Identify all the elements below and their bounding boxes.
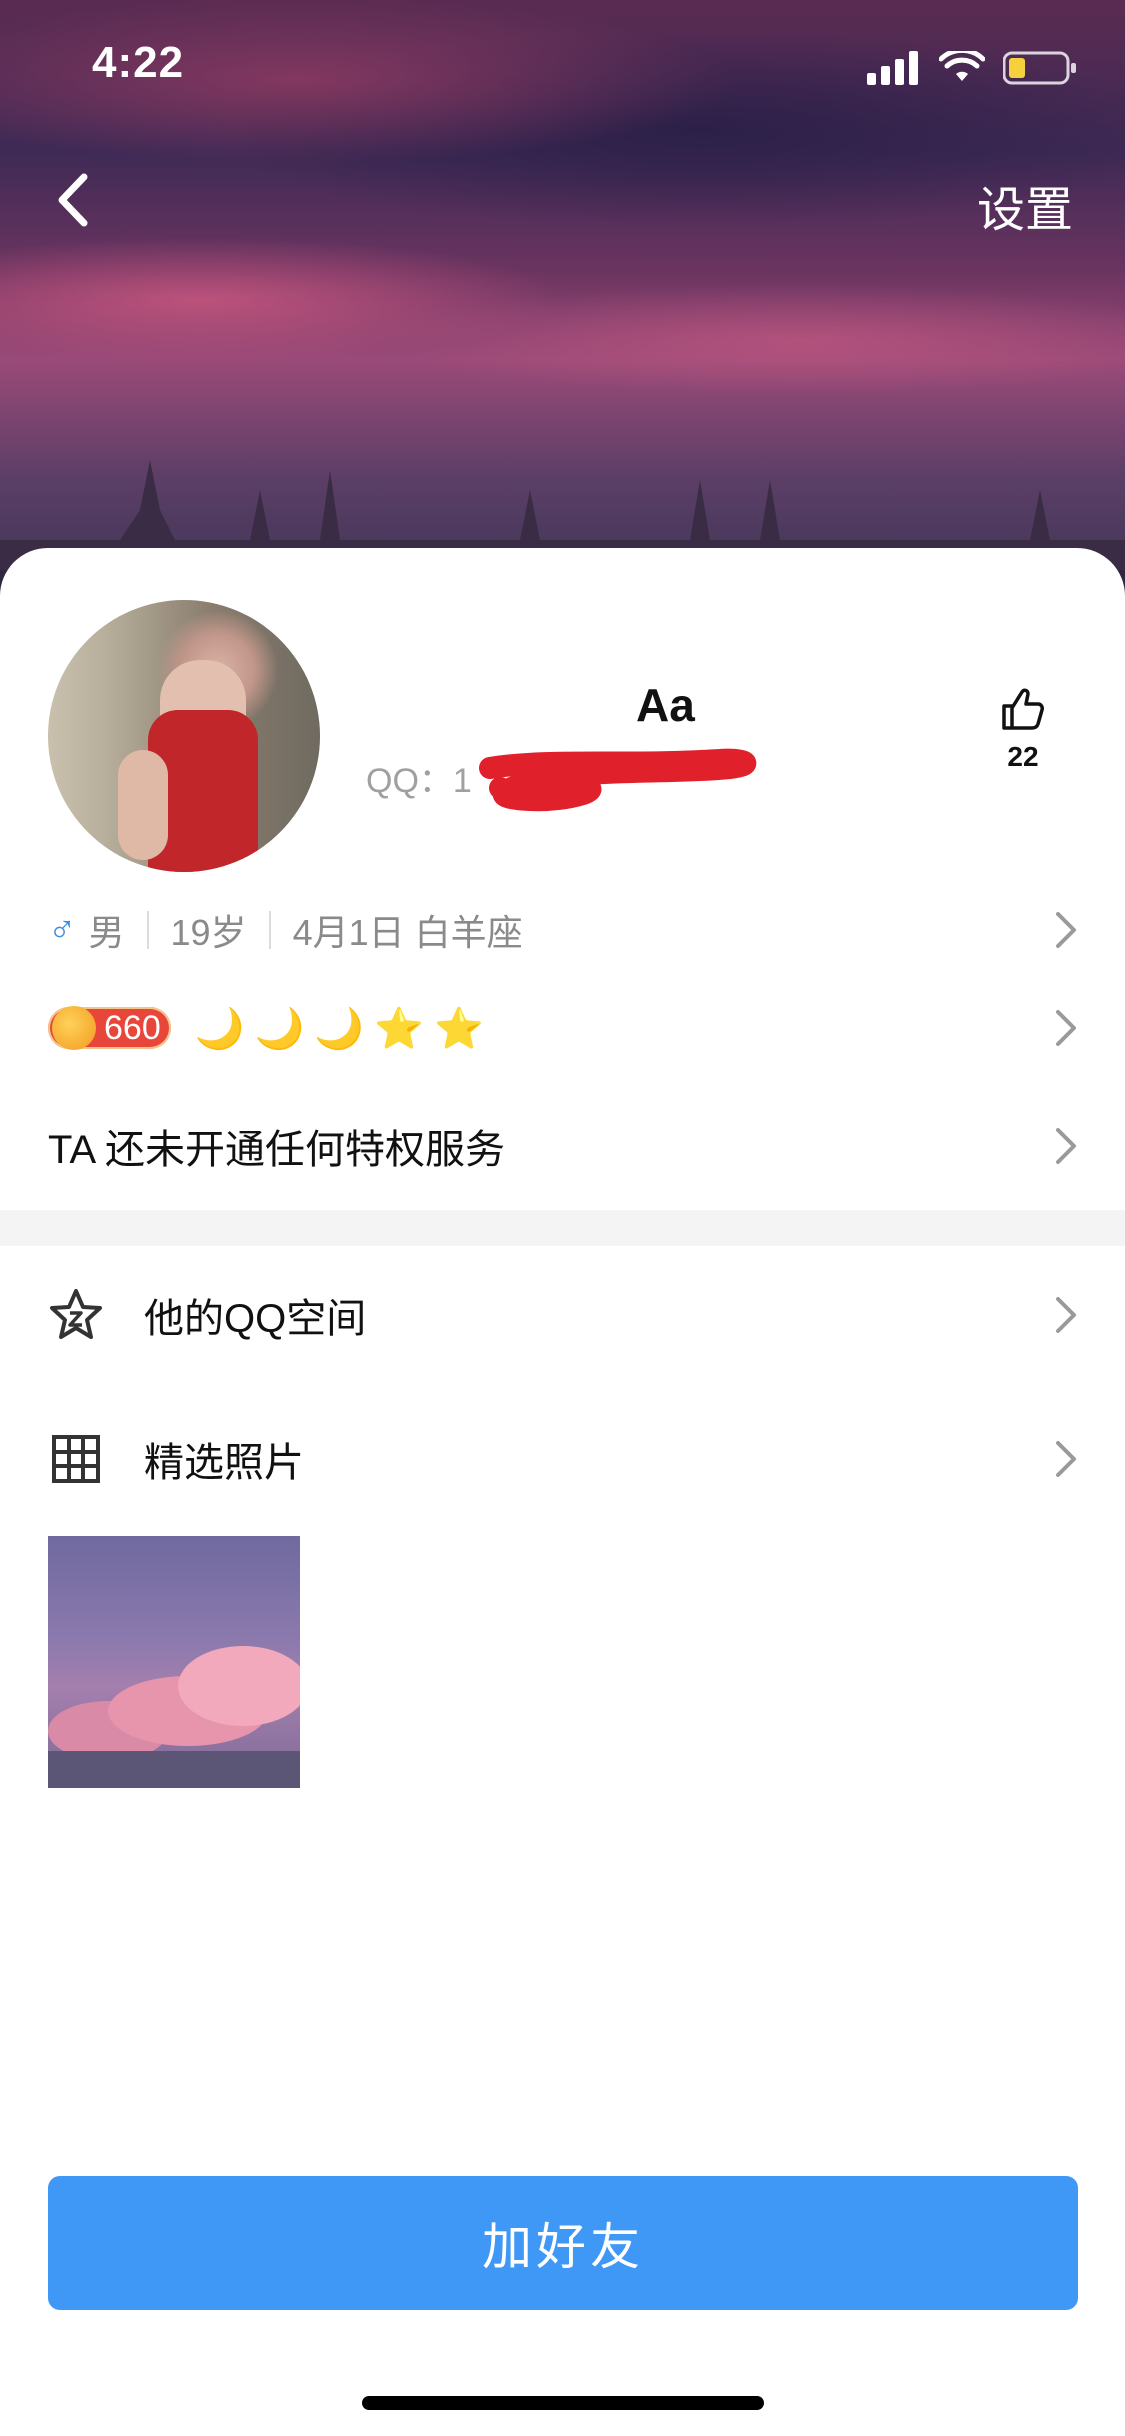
status-icons <box>867 48 1077 88</box>
basic-info-row[interactable]: ♂ 男 19岁 4月1日 白羊座 <box>48 900 1078 960</box>
birthday-sign: 4月1日 白羊座 <box>292 912 523 953</box>
signal-icon <box>867 51 918 85</box>
qzone-row[interactable]: 他的QQ空间 <box>48 1280 1078 1350</box>
moon-icon: 🌙 <box>314 1006 365 1051</box>
chevron-left-icon <box>58 173 88 227</box>
age: 19岁 <box>170 912 247 953</box>
nickname: Aa <box>636 679 695 731</box>
moon-icon: 🌙 <box>254 1006 305 1051</box>
like-button[interactable]: 22 <box>990 686 1056 773</box>
photos-label: 精选照片 <box>144 1441 304 1485</box>
battery-icon <box>1003 51 1076 85</box>
status-time: 4:22 <box>92 38 185 87</box>
grid-icon <box>48 1431 104 1487</box>
wifi-icon <box>939 51 985 81</box>
add-friend-button[interactable]: 加好友 <box>48 2176 1078 2310</box>
privilege-text: TA 还未开通任何特权服务 <box>48 1128 506 1172</box>
gender: 男 <box>88 912 125 953</box>
star-outline-icon <box>48 1287 104 1343</box>
star-icon: ⭐ <box>433 1006 484 1051</box>
privilege-row[interactable]: TA 还未开通任何特权服务 <box>48 1116 1078 1176</box>
chevron-right-icon <box>1056 1441 1076 1477</box>
redaction-scribble <box>479 748 757 812</box>
chevron-right-icon <box>1056 1128 1076 1164</box>
section-divider <box>0 1210 1125 1246</box>
divider <box>268 911 271 949</box>
crown-icon <box>52 1006 96 1050</box>
chevron-right-icon <box>1056 1010 1076 1046</box>
moon-icon: 🌙 <box>194 1006 245 1051</box>
level-row[interactable]: 660 🌙 🌙 🌙 ⭐ ⭐ <box>48 993 1078 1063</box>
qq-number: QQ：1 <box>366 762 472 800</box>
divider <box>146 911 149 949</box>
level-icons: 🌙 🌙 🌙 ⭐ ⭐ <box>195 1005 484 1052</box>
photo-thumbnail[interactable] <box>48 1536 300 1788</box>
chevron-right-icon <box>1056 1297 1076 1333</box>
like-count: 22 <box>1007 741 1039 772</box>
thumbs-up-icon <box>1002 688 1044 730</box>
male-icon: ♂ <box>48 908 77 951</box>
back-button[interactable] <box>44 165 104 235</box>
chevron-right-icon <box>1056 912 1076 948</box>
level-number: 660 <box>104 1008 161 1047</box>
star-icon: ⭐ <box>374 1006 424 1051</box>
photos-row[interactable]: 精选照片 <box>48 1424 1078 1494</box>
level-badge: 660 <box>48 1006 171 1050</box>
avatar[interactable] <box>48 600 320 872</box>
home-indicator <box>362 2396 764 2410</box>
settings-button[interactable]: 设置 <box>977 170 1073 240</box>
qzone-label: 他的QQ空间 <box>144 1297 367 1341</box>
status-bar: 4:22 <box>0 0 1125 130</box>
profile-card: Aa QQ：1 22 ♂ 男 19岁 4月1日 白羊座 660 🌙 🌙 🌙 ⭐ <box>0 548 1125 2436</box>
